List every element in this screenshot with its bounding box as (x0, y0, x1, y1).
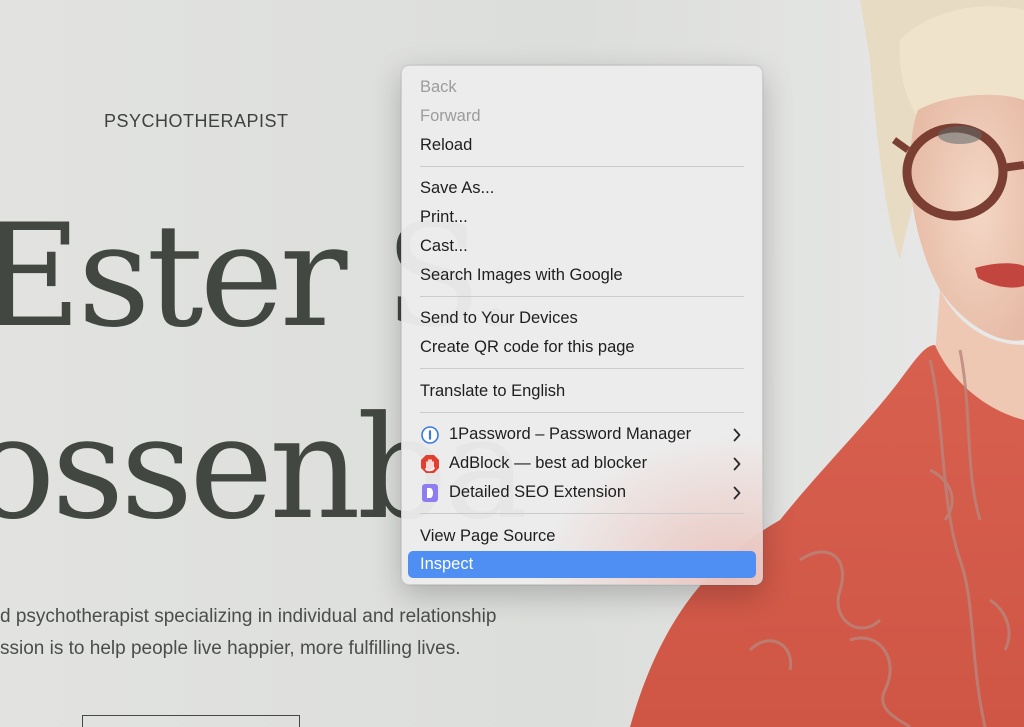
menu-item-back-label: Back (420, 78, 457, 96)
menu-item-translate-label: Translate to English (420, 382, 566, 400)
bio-text: d psychotherapist specializing in indivi… (0, 601, 600, 665)
menu-item-reload-label: Reload (420, 136, 473, 154)
menu-item-translate[interactable]: Translate to English (408, 378, 756, 405)
menu-item-detailed-seo-label: Detailed SEO Extension (449, 483, 627, 501)
menu-separator (420, 296, 744, 297)
menu-separator (420, 513, 744, 514)
menu-item-search-images-label: Search Images with Google (420, 266, 623, 284)
menu-item-cast-label: Cast... (420, 237, 468, 255)
menu-item-forward-label: Forward (420, 107, 481, 125)
menu-item-inspect-label: Inspect (420, 555, 474, 573)
bio-line-1: d psychotherapist specializing in indivi… (0, 606, 497, 627)
detailed-seo-d-icon (420, 483, 440, 503)
menu-item-detailed-seo[interactable]: Detailed SEO Extension (408, 479, 756, 506)
menu-item-1password-label: 1Password – Password Manager (449, 425, 692, 443)
menu-separator (420, 412, 744, 413)
bio-line-2: ssion is to help people live happier, mo… (0, 638, 461, 659)
menu-item-view-source-label: View Page Source (420, 527, 556, 545)
menu-item-back[interactable]: Back (408, 74, 756, 101)
menu-item-reload[interactable]: Reload (408, 132, 756, 159)
adblock-hand-icon (420, 454, 440, 474)
chevron-right-icon (733, 428, 741, 441)
menu-item-print[interactable]: Print... (408, 204, 756, 231)
menu-item-save-as[interactable]: Save As... (408, 175, 756, 202)
menu-item-print-label: Print... (420, 208, 468, 226)
cta-button-outline[interactable] (82, 715, 300, 727)
menu-item-qr-code[interactable]: Create QR code for this page (408, 334, 756, 361)
menu-item-1password[interactable]: 1Password – Password Manager (408, 421, 756, 448)
context-menu: Back Forward Reload Save As... Print... … (401, 65, 763, 585)
menu-separator (420, 368, 744, 369)
menu-item-send-devices-label: Send to Your Devices (420, 309, 578, 327)
1password-icon (420, 425, 440, 445)
menu-item-cast[interactable]: Cast... (408, 233, 756, 260)
menu-item-inspect[interactable]: Inspect (408, 551, 756, 578)
chevron-right-icon (733, 486, 741, 499)
menu-item-qr-code-label: Create QR code for this page (420, 338, 635, 356)
menu-item-adblock-label: AdBlock — best ad blocker (449, 454, 648, 472)
menu-item-view-source[interactable]: View Page Source (408, 523, 756, 550)
menu-item-send-devices[interactable]: Send to Your Devices (408, 305, 756, 332)
menu-item-adblock[interactable]: AdBlock — best ad blocker (408, 450, 756, 477)
menu-item-forward[interactable]: Forward (408, 103, 756, 130)
eyebrow-label: PSYCHOTHERAPIST (104, 111, 289, 131)
menu-item-save-as-label: Save As... (420, 179, 495, 197)
menu-separator (420, 166, 744, 167)
chevron-right-icon (733, 457, 741, 470)
menu-item-search-images[interactable]: Search Images with Google (408, 262, 756, 289)
